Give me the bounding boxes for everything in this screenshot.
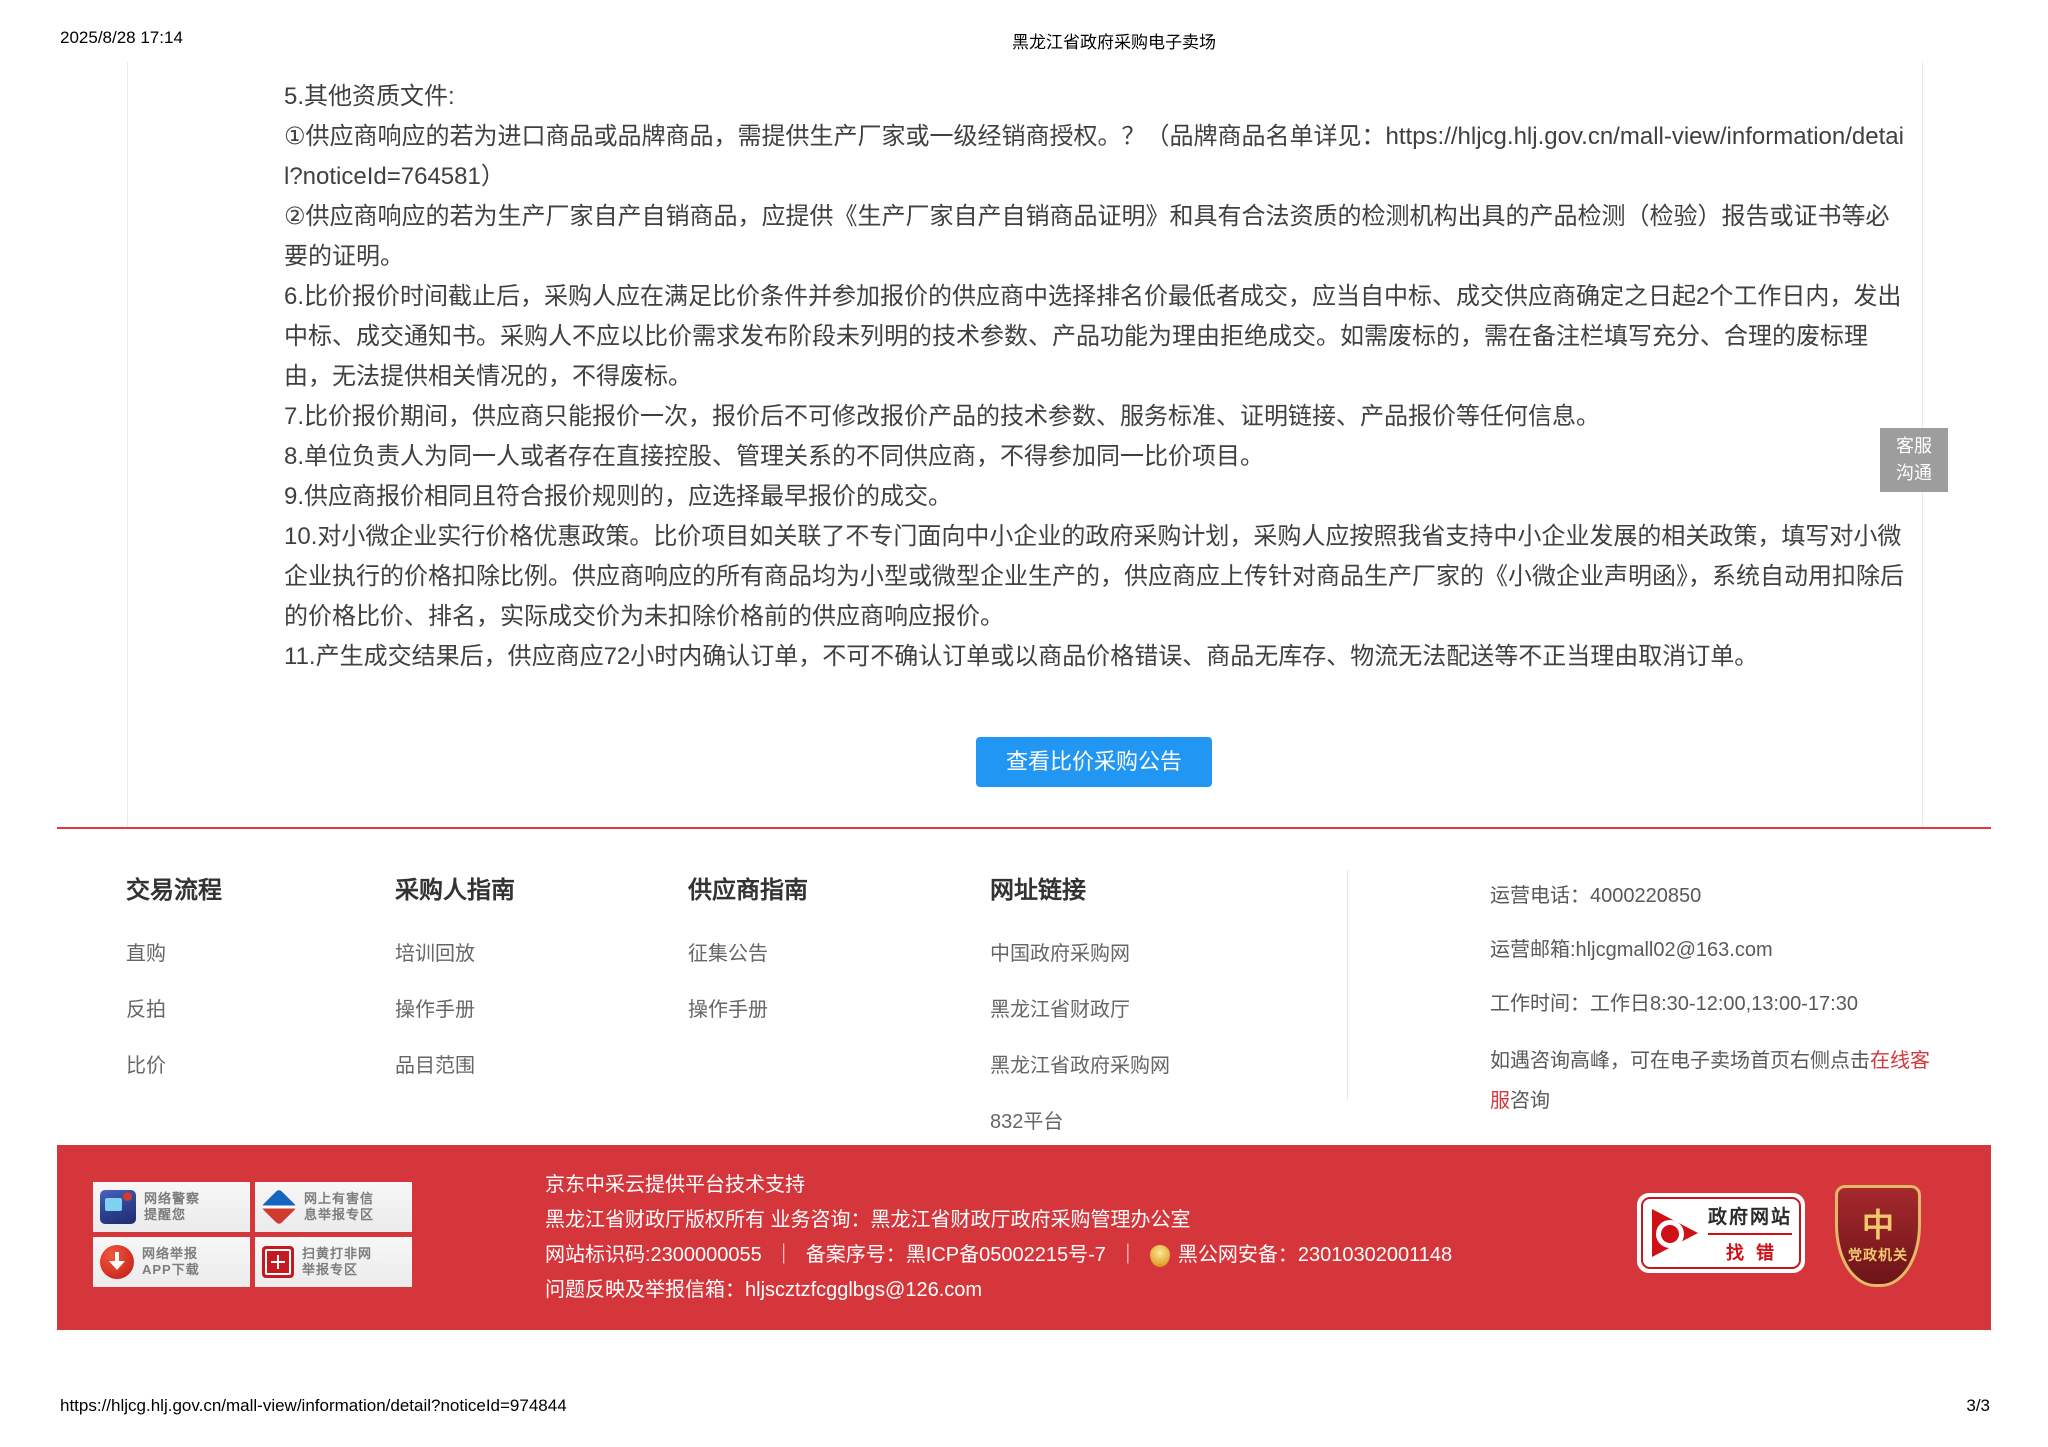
site-footer: 交易流程 直购 反拍 比价 采购人指南 培训回放 操作手册 品目范围 供应商指南… <box>57 830 1991 1145</box>
footer-column-title: 交易流程 <box>126 870 395 905</box>
badge-label: 网络警察 <box>144 1191 200 1207</box>
footer-link[interactable]: 培训回放 <box>395 937 688 966</box>
notice-paragraph: 5.其他资质文件: <box>284 77 1904 117</box>
copyright-line: 黑龙江省财政厅版权所有 业务咨询：黑龙江省财政厅政府采购管理办公室 <box>545 1203 1452 1238</box>
footer-column-title: 供应商指南 <box>688 870 990 905</box>
notice-paragraph: ②供应商响应的若为生产厂家自产自销商品，应提供《生产厂家自产自销商品证明》和具有… <box>284 197 1904 277</box>
harmful-info-report-icon <box>261 1189 298 1226</box>
network-police-badge[interactable]: 网络警察提醒您 <box>93 1182 250 1232</box>
chat-button-label-line2: 沟通 <box>1880 460 1948 487</box>
badge-label: APP下载 <box>142 1262 200 1278</box>
customer-service-chat-button[interactable]: 客服 沟通 <box>1880 428 1948 492</box>
badge-label: 扫黄打非网 <box>302 1246 372 1262</box>
badge-label: 举报专区 <box>302 1262 372 1278</box>
gov-site-error-label: 政府网站 <box>1708 1202 1792 1235</box>
footer-link[interactable]: 征集公告 <box>688 937 990 966</box>
footer-column-purchaser-guide: 采购人指南 培训回放 操作手册 品目范围 <box>395 870 688 1161</box>
footer-link[interactable]: 操作手册 <box>395 993 688 1022</box>
notice-text: 咨询 <box>1510 1090 1550 1112</box>
tech-support-line: 京东中采云提供平台技术支持 <box>545 1168 1452 1203</box>
print-datetime: 2025/8/28 17:14 <box>60 28 183 48</box>
gov-site-error-report-badge[interactable]: 政府网站 找错 <box>1637 1193 1805 1273</box>
operation-email: 运营邮箱:hljcgmall02@163.com <box>1490 940 1930 961</box>
network-police-icon <box>100 1190 136 1224</box>
notice-paragraph: 10.对小微企业实行价格优惠政策。比价项目如关联了不专门面向中小企业的政府采购计… <box>284 517 1904 637</box>
footer-column-trade-process: 交易流程 直购 反拍 比价 <box>126 870 395 1161</box>
print-footer-url: https://hljcg.hlj.gov.cn/mall-view/infor… <box>60 1396 567 1416</box>
red-footer-band: 网络警察提醒您 网上有害信息举报专区 网络举报APP下载 扫黄打非网举报专区 京… <box>57 1145 1991 1330</box>
notice-text: 如遇咨询高峰，可在电子卖场首页右侧点击 <box>1490 1050 1870 1072</box>
badge-label: 网上有害信 <box>304 1191 374 1207</box>
footer-link[interactable]: 反拍 <box>126 993 395 1022</box>
chat-button-label-line1: 客服 <box>1880 433 1948 460</box>
anti-porn-report-badge[interactable]: 扫黄打非网举报专区 <box>255 1237 412 1287</box>
public-security-emblem-icon <box>1150 1245 1170 1267</box>
badge-label: 息举报专区 <box>304 1207 374 1223</box>
notice-paragraph: 8.单位负责人为同一人或者存在直接控股、管理关系的不同供应商，不得参加同一比价项… <box>284 437 1904 477</box>
working-hours: 工作时间：工作日8:30-12:00,13:00-17:30 <box>1490 994 1930 1015</box>
notice-paragraph: 7.比价报价期间，供应商只能报价一次，报价后不可修改报价产品的技术参数、服务标准… <box>284 397 1904 437</box>
report-app-download-badge[interactable]: 网络举报APP下载 <box>93 1237 250 1287</box>
footer-legal-text: 京东中采云提供平台技术支持 黑龙江省财政厅版权所有 业务咨询：黑龙江省财政厅政府… <box>545 1168 1452 1308</box>
report-app-download-icon <box>100 1245 134 1279</box>
footer-column-website-links: 网址链接 中国政府采购网 黑龙江省财政厅 黑龙江省政府采购网 832平台 <box>990 870 1347 1161</box>
notice-paragraph: 9.供应商报价相同且符合报价规则的，应选择最早报价的成交。 <box>284 477 1904 517</box>
footer-divider-line <box>57 827 1991 829</box>
anti-porn-report-icon <box>262 1246 294 1278</box>
footer-link[interactable]: 直购 <box>126 937 395 966</box>
party-badge-label: 党政机关 <box>1848 1245 1908 1265</box>
view-price-comparison-notice-button[interactable]: 查看比价采购公告 <box>976 737 1212 787</box>
footer-link[interactable]: 832平台 <box>990 1105 1347 1134</box>
separator: ｜ <box>774 1238 794 1273</box>
footer-link[interactable]: 黑龙江省政府采购网 <box>990 1049 1347 1078</box>
magnifier-flag-icon <box>1650 1207 1700 1259</box>
icp-number: 备案序号：黑ICP备05002215号-7 <box>806 1238 1106 1273</box>
footer-column-supplier-guide: 供应商指南 征集公告 操作手册 <box>688 870 990 1161</box>
notice-paragraph: 6.比价报价时间截止后，采购人应在满足比价条件并参加报价的供应商中选择排名价最低… <box>284 277 1904 397</box>
party-badge-symbol-icon: 中 <box>1862 1207 1894 1243</box>
notice-paragraph: 11.产生成交结果后，供应商应72小时内确认订单，不可不确认订单或以商品价格错误… <box>284 637 1904 677</box>
footer-link[interactable]: 比价 <box>126 1049 395 1078</box>
notice-article: 5.其他资质文件: ①供应商响应的若为进口商品或品牌商品，需提供生产厂家或一级经… <box>284 77 1904 677</box>
badge-label: 网络举报 <box>142 1246 200 1262</box>
footer-column-title: 采购人指南 <box>395 870 688 905</box>
footer-link[interactable]: 黑龙江省财政厅 <box>990 993 1347 1022</box>
site-code: 网站标识码:2300000055 <box>545 1238 762 1273</box>
page-indicator: 3/3 <box>1966 1396 1990 1416</box>
public-security-number: 黑公网安备：23010302001148 <box>1178 1238 1452 1273</box>
page-title: 黑龙江省政府采购电子卖场 <box>1012 28 1216 53</box>
footer-column-title: 网址链接 <box>990 870 1347 905</box>
footer-link[interactable]: 操作手册 <box>688 993 990 1022</box>
report-mailbox-line: 问题反映及举报信箱：hljscztzfcgglbgs@126.com <box>545 1273 1452 1308</box>
separator: ｜ <box>1118 1238 1138 1273</box>
registration-line: 网站标识码:2300000055 ｜ 备案序号：黑ICP备05002215号-7… <box>545 1238 1452 1273</box>
footer-link[interactable]: 中国政府采购网 <box>990 937 1347 966</box>
harmful-info-report-badge[interactable]: 网上有害信息举报专区 <box>255 1182 412 1232</box>
footer-link[interactable]: 品目范围 <box>395 1049 688 1078</box>
notice-content-panel: 5.其他资质文件: ①供应商响应的若为进口商品或品牌商品，需提供生产厂家或一级经… <box>127 62 1923 828</box>
notice-paragraph: ①供应商响应的若为进口商品或品牌商品，需提供生产厂家或一级经销商授权。？（品牌商… <box>284 117 1904 197</box>
operation-phone: 运营电话：4000220850 <box>1490 886 1930 907</box>
report-badges-grid: 网络警察提醒您 网上有害信息举报专区 网络举报APP下载 扫黄打非网举报专区 <box>93 1182 412 1287</box>
service-peak-notice: 如遇咨询高峰，可在电子卖场首页右侧点击在线客服咨询 <box>1490 1041 1930 1121</box>
party-government-badge[interactable]: 中 党政机关 <box>1835 1185 1921 1287</box>
contact-info-block: 运营电话：4000220850 运营邮箱:hljcgmall02@163.com… <box>1348 870 1930 1161</box>
badge-label: 提醒您 <box>144 1207 200 1223</box>
find-error-label: 找错 <box>1708 1239 1792 1265</box>
